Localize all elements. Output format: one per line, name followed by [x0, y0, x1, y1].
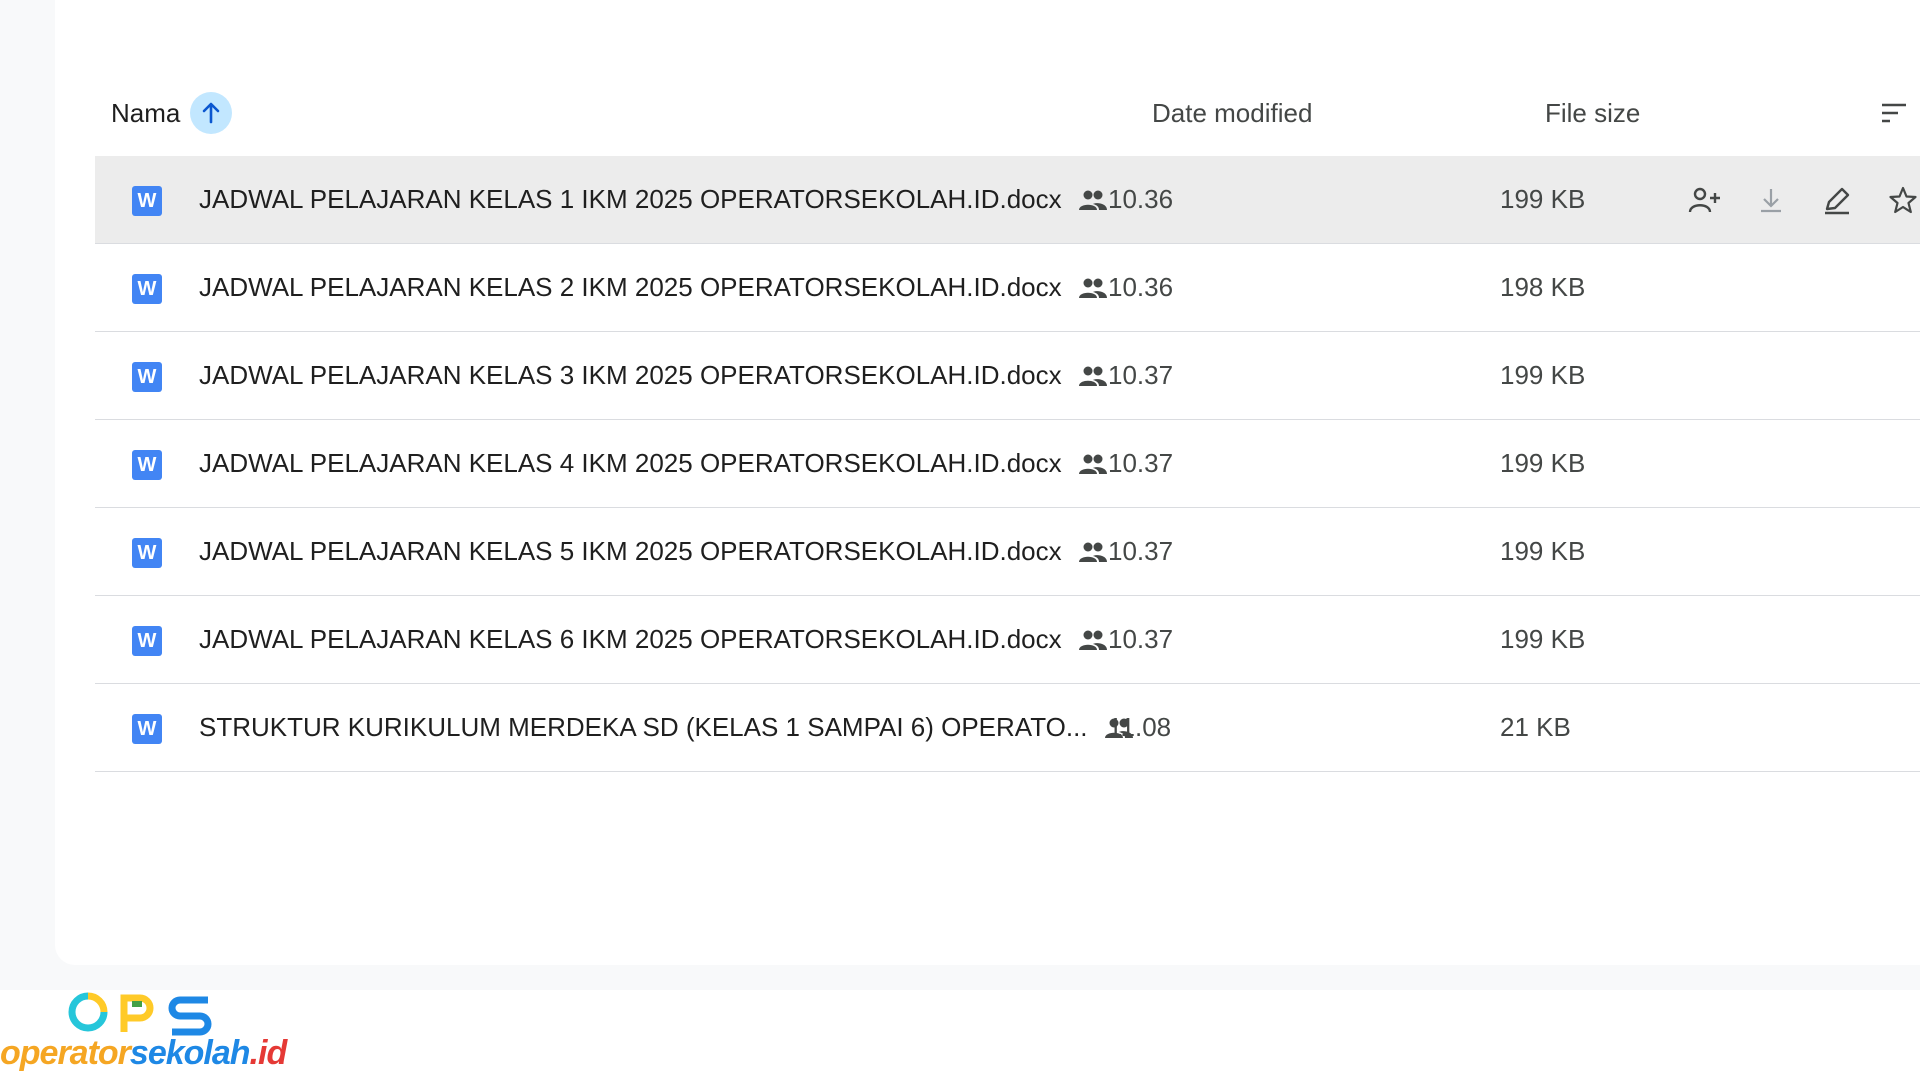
file-list-panel: Nama Date modified File size Ur W JADWAL … — [55, 0, 1920, 965]
file-list-header: Nama Date modified File size Ur — [95, 90, 1920, 157]
file-name[interactable]: JADWAL PELAJARAN KELAS 4 IKM 2025 OPERAT… — [199, 420, 1108, 507]
share-person-add-icon — [1688, 187, 1720, 212]
file-size: 199 KB — [1500, 184, 1586, 214]
column-name-label: Nama — [111, 97, 181, 128]
file-row[interactable]: W JADWAL PELAJARAN KELAS 5 IKM 2025 OPERA… — [95, 508, 1920, 596]
file-name-text: JADWAL PELAJARAN KELAS 1 IKM 2025 OPERAT… — [199, 184, 1062, 214]
column-name-header[interactable]: Nama — [111, 90, 233, 136]
people-icon — [1078, 453, 1108, 475]
file-size: 198 KB — [1500, 272, 1586, 302]
logo-part-operator: operator — [0, 1034, 131, 1072]
download-icon — [1761, 188, 1781, 212]
word-doc-icon: W — [132, 274, 162, 304]
file-date-modified: 10.37 — [1108, 360, 1174, 390]
file-name-text: JADWAL PELAJARAN KELAS 4 IKM 2025 OPERAT… — [199, 448, 1062, 478]
file-row[interactable]: W JADWAL PELAJARAN KELAS 1 IKM 2025 OPERA… — [95, 156, 1920, 244]
rename-button[interactable] — [1817, 180, 1857, 220]
file-row[interactable]: W JADWAL PELAJARAN KELAS 3 IKM 2025 OPERA… — [95, 332, 1920, 420]
ops-logo-mark-icon — [68, 992, 212, 1036]
star-icon — [1889, 186, 1917, 213]
file-list: W JADWAL PELAJARAN KELAS 1 IKM 2025 OPERA… — [95, 156, 1920, 772]
star-button[interactable] — [1883, 180, 1920, 220]
file-name-text: JADWAL PELAJARAN KELAS 2 IKM 2025 OPERAT… — [199, 272, 1062, 302]
people-icon — [1078, 277, 1108, 299]
word-doc-icon: W — [132, 186, 162, 216]
people-icon — [1078, 365, 1108, 387]
file-size: 199 KB — [1500, 448, 1586, 478]
file-name-text: JADWAL PELAJARAN KELAS 5 IKM 2025 OPERAT… — [199, 536, 1062, 566]
file-name[interactable]: JADWAL PELAJARAN KELAS 2 IKM 2025 OPERAT… — [199, 244, 1108, 331]
file-size: 199 KB — [1500, 624, 1586, 654]
people-icon — [1078, 629, 1108, 651]
logo-wordmark: operatorsekolah.id — [0, 1034, 288, 1073]
file-size: 199 KB — [1500, 360, 1586, 390]
file-date-modified: 10.36 — [1108, 184, 1174, 214]
word-doc-icon: W — [132, 714, 162, 744]
file-size: 21 KB — [1500, 712, 1571, 742]
sort-lines-icon — [1882, 103, 1906, 123]
file-date-modified: 10.37 — [1108, 624, 1174, 654]
file-name[interactable]: STRUKTUR KURIKULUM MERDEKA SD (KELAS 1 S… — [199, 684, 1134, 771]
word-doc-icon: W — [132, 450, 162, 480]
file-name[interactable]: JADWAL PELAJARAN KELAS 3 IKM 2025 OPERAT… — [199, 332, 1108, 419]
file-name-text: STRUKTUR KURIKULUM MERDEKA SD (KELAS 1 S… — [199, 712, 1088, 742]
logo-part-id: .id — [249, 1034, 288, 1072]
left-rail — [0, 0, 55, 990]
people-icon — [1078, 541, 1108, 563]
file-date-modified: 10.37 — [1108, 448, 1174, 478]
row-actions — [1685, 156, 1920, 243]
file-name[interactable]: JADWAL PELAJARAN KELAS 5 IKM 2025 OPERAT… — [199, 508, 1108, 595]
download-button[interactable] — [1751, 180, 1791, 220]
file-size: 199 KB — [1500, 536, 1586, 566]
file-name[interactable]: JADWAL PELAJARAN KELAS 1 IKM 2025 OPERAT… — [199, 156, 1108, 243]
operatorsekolah-logo: operatorsekolah.id — [0, 990, 310, 1080]
file-name-text: JADWAL PELAJARAN KELAS 6 IKM 2025 OPERAT… — [199, 624, 1062, 654]
sort-options-button[interactable]: Ur — [1880, 90, 1920, 136]
file-date-modified: 10.36 — [1108, 272, 1174, 302]
file-row[interactable]: W STRUKTUR KURIKULUM MERDEKA SD (KELAS 1 … — [95, 684, 1920, 772]
share-button[interactable] — [1685, 180, 1725, 220]
sort-direction-button[interactable] — [190, 92, 233, 134]
file-date-modified: 10.37 — [1108, 536, 1174, 566]
file-name-text: JADWAL PELAJARAN KELAS 3 IKM 2025 OPERAT… — [199, 360, 1062, 390]
file-row[interactable]: W JADWAL PELAJARAN KELAS 6 IKM 2025 OPERA… — [95, 596, 1920, 684]
file-date-modified: 11.08 — [1108, 712, 1172, 742]
file-row[interactable]: W JADWAL PELAJARAN KELAS 2 IKM 2025 OPERA… — [95, 244, 1920, 332]
column-date-label: Date modified — [1152, 97, 1313, 128]
file-row[interactable]: W JADWAL PELAJARAN KELAS 4 IKM 2025 OPERA… — [95, 420, 1920, 508]
rename-pencil-icon — [1825, 187, 1850, 214]
word-doc-icon: W — [132, 538, 162, 568]
column-size-header[interactable]: File size — [1545, 90, 1640, 136]
word-doc-icon: W — [132, 626, 162, 656]
column-date-header[interactable]: Date modified — [1152, 90, 1312, 136]
file-name[interactable]: JADWAL PELAJARAN KELAS 6 IKM 2025 OPERAT… — [199, 596, 1108, 683]
column-size-label: File size — [1545, 97, 1641, 128]
people-icon — [1078, 189, 1108, 211]
arrow-up-icon — [203, 102, 220, 124]
word-doc-icon: W — [132, 362, 162, 392]
logo-part-sekolah: sekolah — [129, 1034, 251, 1072]
